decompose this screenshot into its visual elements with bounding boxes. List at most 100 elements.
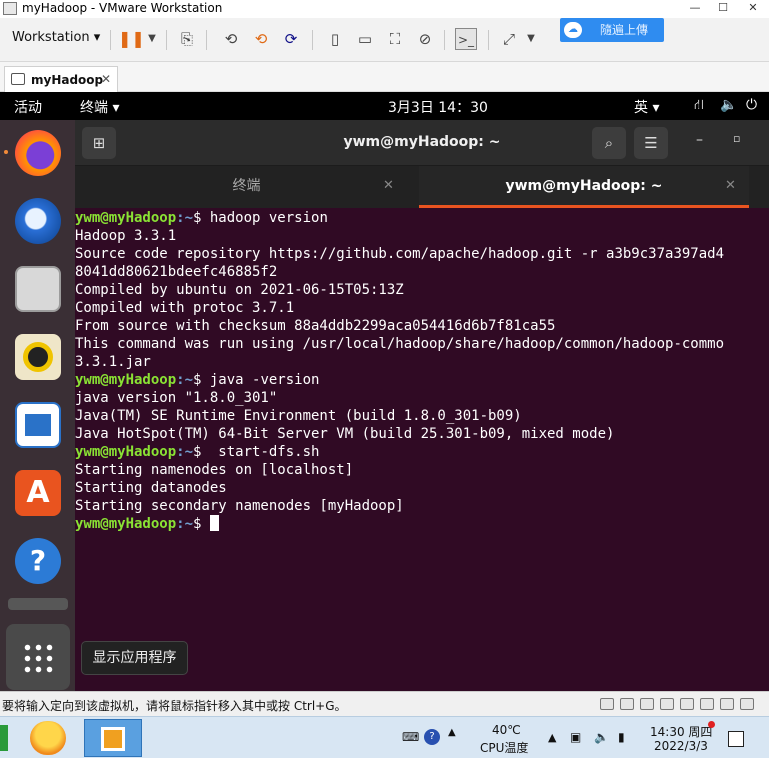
start-button[interactable] xyxy=(0,725,8,751)
terminal-output-line: Compiled by ubuntu on 2021-06-15T05:13Z xyxy=(75,282,404,298)
volume-tray-icon[interactable]: 🔈 xyxy=(594,730,609,744)
terminal-output-line: This command was run using /usr/local/ha… xyxy=(75,336,725,352)
terminal-output-line: Source code repository https://github.co… xyxy=(75,246,725,262)
input-method-menu[interactable]: 英 ▾ xyxy=(634,97,659,117)
tab-label: ywm@myHadoop: ~ xyxy=(505,178,663,194)
stretch-view-icon[interactable]: ⤢ xyxy=(498,28,520,50)
vm-tab-label: myHadoop xyxy=(31,73,104,87)
network-icon[interactable]: ⛙ xyxy=(694,97,704,115)
tray-expand-icon[interactable]: ▲ xyxy=(448,727,456,738)
pause-dropdown-icon[interactable]: ▼ xyxy=(141,28,163,50)
command-text: $ java -version xyxy=(193,372,320,388)
vm-tab-myhadoop[interactable]: myHadoop ✕ xyxy=(4,66,118,92)
terminal-output-line: Starting namenodes on [localhost] xyxy=(75,462,354,478)
vmware-taskbar-button[interactable] xyxy=(84,719,142,757)
terminal-output-line: Java(TM) SE Runtime Environment (build 1… xyxy=(75,408,522,424)
help-tray-icon[interactable]: ? xyxy=(424,729,440,745)
terminal-output-line: From source with checksum 88a4ddb2299aca… xyxy=(75,318,556,334)
thunderbird-icon[interactable] xyxy=(15,198,61,244)
keyboard-icon[interactable]: ⌨ xyxy=(402,730,419,744)
prompt-user: ywm@myHadoop xyxy=(75,372,177,388)
send-ctrl-alt-del-icon[interactable]: ⎘ xyxy=(176,28,198,50)
toolbar-divider xyxy=(166,30,167,50)
rhythmbox-icon[interactable] xyxy=(15,334,61,380)
close-tab-icon[interactable]: ✕ xyxy=(383,166,394,206)
pause-icon[interactable]: ❚❚ xyxy=(118,28,145,50)
volume-icon[interactable]: 🔈 xyxy=(720,97,737,113)
clock[interactable]: 3月3日 14：30 xyxy=(388,97,488,117)
toolbar-divider xyxy=(488,30,489,50)
vm-tab-strip: myHadoop ✕ xyxy=(0,62,769,92)
help-icon[interactable]: ? xyxy=(15,538,61,584)
qq-music-icon[interactable] xyxy=(30,721,66,755)
maximize-terminal-button[interactable]: ▫ xyxy=(733,132,740,145)
running-indicator xyxy=(4,150,8,154)
device-icon[interactable]: ▣ xyxy=(570,730,581,744)
show-apps-icon[interactable] xyxy=(6,624,70,690)
terminal-output-line: Compiled with protoc 3.7.1 xyxy=(75,300,295,316)
terminal-prompt-line: ywm@myHadoop:~$ java -version xyxy=(75,371,769,389)
power-icon[interactable]: ⏻ xyxy=(746,97,757,113)
stretch-dropdown-icon[interactable]: ▼ xyxy=(520,28,542,50)
terminal-output[interactable]: ywm@myHadoop:~$ hadoop version Hadoop 3.3… xyxy=(75,208,769,691)
terminal-output-line: Starting datanodes xyxy=(75,480,227,496)
taskbar-date[interactable]: 2022/3/3 xyxy=(654,739,708,753)
tab-terminal[interactable]: 终端 ✕ xyxy=(75,166,418,208)
trash-icon[interactable] xyxy=(8,598,68,610)
firefox-icon[interactable] xyxy=(15,130,61,176)
cd-drive-icon[interactable] xyxy=(620,698,634,710)
tab-label: 终端 xyxy=(232,178,261,194)
sidebar-toggle-icon[interactable]: ▯ xyxy=(324,28,346,50)
hamburger-menu-icon[interactable]: ☰ xyxy=(634,127,668,159)
document-icon xyxy=(25,414,51,436)
action-center-icon[interactable] xyxy=(728,731,744,747)
close-window-button[interactable]: ✕ xyxy=(742,0,764,18)
speaker-icon xyxy=(23,342,53,372)
hard-disk-icon[interactable] xyxy=(600,698,614,710)
snapshot-manager-icon[interactable]: ⟳ xyxy=(280,28,302,50)
show-apps-tooltip: 显示应用程序 xyxy=(81,641,188,675)
libreoffice-writer-icon[interactable] xyxy=(15,402,61,448)
close-tab-icon[interactable]: ✕ xyxy=(725,166,736,206)
terminal-output-line: Hadoop 3.3.1 xyxy=(75,228,177,244)
sound-card-icon[interactable] xyxy=(680,698,694,710)
network-tray-icon[interactable]: ▮ xyxy=(618,730,625,744)
unity-mode-icon[interactable]: ⊘ xyxy=(414,28,436,50)
cloud-upload-label: 隨遍上傳 xyxy=(600,23,649,37)
ubuntu-dock: A ? xyxy=(0,120,75,691)
console-view-icon[interactable]: >_ xyxy=(455,28,477,50)
minimize-terminal-button[interactable]: – xyxy=(696,132,703,148)
usb-icon[interactable] xyxy=(660,698,674,710)
close-tab-icon[interactable]: ✕ xyxy=(101,72,111,86)
workstation-menu[interactable]: Workstation ▾ xyxy=(12,30,100,45)
command-text: $ start-dfs.sh xyxy=(193,444,320,460)
display-icon[interactable] xyxy=(720,698,734,710)
prompt-path: :~ xyxy=(176,444,194,460)
network-adapter-icon[interactable] xyxy=(640,698,654,710)
snapshot-icon[interactable]: ⟲ xyxy=(220,28,242,50)
toolbar-divider xyxy=(312,30,313,50)
maximize-window-button[interactable]: ☐ xyxy=(712,0,734,18)
terminal-app-menu[interactable]: 终端 ▾ xyxy=(80,97,119,117)
message-log-icon[interactable] xyxy=(740,698,754,710)
files-icon[interactable] xyxy=(15,266,61,312)
toolbar-divider xyxy=(110,30,111,50)
cloud-upload-button[interactable]: ☁ 隨遍上傳 xyxy=(560,18,664,42)
prompt-path: :~ xyxy=(176,210,194,226)
search-icon[interactable]: ⌕ xyxy=(592,127,626,159)
terminal-output-line: 3.3.1.jar xyxy=(75,354,151,370)
tray-overflow-icon[interactable]: ▲ xyxy=(548,731,556,744)
taskbar-time[interactable]: 14:30 周四 xyxy=(650,723,712,740)
prompt-user: ywm@myHadoop xyxy=(75,444,177,460)
tab-ywm-myhadoop[interactable]: ywm@myHadoop: ~ ✕ xyxy=(419,166,749,208)
software-icon[interactable]: A xyxy=(15,470,61,516)
revert-snapshot-icon[interactable]: ⟲ xyxy=(250,28,272,50)
activities-button[interactable]: 活动 xyxy=(14,97,42,117)
vm-icon xyxy=(11,73,25,85)
printer-icon[interactable] xyxy=(700,698,714,710)
cpu-temperature[interactable]: 40℃ xyxy=(492,723,521,737)
cloud-icon: ☁ xyxy=(564,22,582,38)
thumbnail-bar-icon[interactable]: ▭ xyxy=(354,28,376,50)
minimize-window-button[interactable]: — xyxy=(684,0,706,18)
full-screen-icon[interactable]: ⛶ xyxy=(384,28,406,50)
